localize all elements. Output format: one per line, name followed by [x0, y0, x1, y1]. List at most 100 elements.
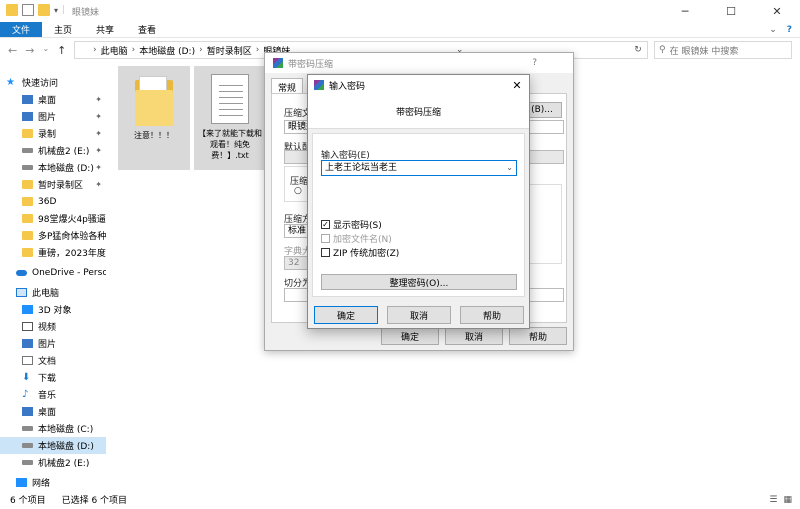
nav-3d-objects[interactable]: 3D 对象 [0, 301, 106, 318]
pin-icon: ✦ [95, 112, 102, 121]
pin-icon: ✦ [95, 163, 102, 172]
archive-dialog-title: 带密码压缩 [288, 59, 334, 70]
password-input[interactable]: 上老王论坛当老王 ⌄ [321, 160, 517, 176]
close-icon[interactable]: ✕ [754, 0, 800, 22]
computer-icon [16, 288, 27, 297]
window-title: 眼镜妹 [72, 8, 100, 18]
folder-icon [6, 4, 18, 16]
nav-pictures[interactable]: 图片 ✦ [0, 108, 106, 125]
pin-icon: ✦ [95, 180, 102, 189]
nav-drive-e[interactable]: 机械盘2 (E:) [0, 454, 106, 471]
zip-legacy-encryption-checkbox[interactable]: ZIP 传统加密(Z) [321, 246, 399, 259]
file-item[interactable]: 注意！！！ [118, 66, 190, 170]
tab-share[interactable]: 共享 [84, 22, 126, 37]
selected-count: 已选择 6 个项目 [61, 496, 128, 506]
help-icon[interactable]: ? [787, 25, 792, 35]
file-name: 【来了就能下载和观看！纯免费！】.txt [198, 129, 262, 160]
archive-help-icon[interactable]: ? [532, 58, 573, 68]
drive-icon [22, 443, 33, 448]
breadcrumb-1[interactable]: 本地磁盘 (D:) [139, 44, 195, 57]
breadcrumb-0[interactable]: 此电脑 [101, 44, 128, 57]
search-placeholder: 在 眼镜妹 中搜索 [669, 46, 739, 57]
password-ok-button[interactable]: 确定 [314, 306, 378, 324]
folder-icon [22, 231, 33, 240]
star-icon: ★ [6, 77, 15, 88]
nav-drive-d-quick[interactable]: 本地磁盘 (D:) ✦ [0, 159, 106, 176]
breadcrumb-2[interactable]: 暂时录制区 [207, 44, 252, 57]
tab-view[interactable]: 查看 [126, 22, 168, 37]
nav-quick-access[interactable]: ★ 快速访问 [0, 74, 106, 91]
music-icon: ♪ [22, 389, 29, 400]
password-cancel-button[interactable]: 取消 [387, 306, 451, 324]
file-name: 注意！！！ [134, 131, 174, 140]
customize-toolbar-icon[interactable]: ▾ [54, 6, 58, 15]
encrypt-filenames-checkbox[interactable]: 加密文件名(N) [321, 232, 392, 245]
nav-record[interactable]: 录制 ✦ [0, 125, 106, 142]
archive-help-button[interactable]: 帮助 [509, 327, 567, 345]
nav-drive-d[interactable]: 本地磁盘 (D:) [0, 437, 106, 454]
video-icon [22, 322, 33, 331]
tab-file[interactable]: 文件 [0, 22, 43, 37]
show-password-checkbox[interactable]: ✓ 显示密码(S) [321, 218, 382, 231]
text-file-icon [211, 74, 249, 124]
pin-icon: ✦ [95, 95, 102, 104]
forward-icon[interactable]: → [25, 44, 34, 57]
drive-icon [22, 148, 33, 153]
maximize-icon[interactable]: ☐ [708, 0, 754, 22]
new-folder-icon[interactable] [38, 4, 50, 16]
archive-ok-button[interactable]: 确定 [381, 327, 439, 345]
search-box[interactable]: ⚲ 在 眼镜妹 中搜索 [654, 41, 792, 59]
nav-folder-98[interactable]: 98堂爆火4p骚逼少女 [0, 210, 106, 227]
minimize-icon[interactable]: ─ [662, 0, 708, 22]
file-item[interactable]: 【来了就能下载和观看！纯免费！】.txt [194, 66, 266, 170]
nav-folder-36d[interactable]: 36D [0, 193, 106, 210]
folder-icon [22, 197, 33, 206]
checkbox-checked-icon: ✓ [321, 220, 330, 229]
recent-locations-icon[interactable]: ⌄ [42, 44, 49, 57]
nav-pictures-pc[interactable]: 图片 [0, 335, 106, 352]
folder-icon [22, 129, 33, 138]
nav-videos[interactable]: 视频 [0, 318, 106, 335]
large-icons-view-icon[interactable]: ▦ [783, 495, 792, 505]
nav-folder-2023[interactable]: 重磅，2023年度最新 [0, 244, 106, 261]
search-icon: ⚲ [659, 45, 666, 55]
password-dialog-titlebar: 输入密码 ✕ [308, 75, 529, 95]
folder-icon [22, 214, 33, 223]
pc-icon [79, 46, 89, 54]
nav-folder-multi[interactable]: 多P猛肏体验各种美女 [0, 227, 106, 244]
tab-home[interactable]: 主页 [42, 22, 84, 37]
nav-temp-record[interactable]: 暂时录制区 ✦ [0, 176, 106, 193]
drive-icon [22, 165, 33, 170]
password-dialog-banner: 带密码压缩 [308, 95, 529, 129]
3d-icon [22, 305, 33, 314]
nav-this-pc[interactable]: 此电脑 [0, 284, 106, 301]
details-view-icon[interactable]: ☰ [769, 495, 777, 505]
password-dialog: 输入密码 ✕ 带密码压缩 输入密码(E) 上老王论坛当老王 ⌄ ✓ 显示密码(S)… [307, 74, 530, 329]
download-icon: ⬇ [22, 372, 31, 383]
properties-icon[interactable] [22, 4, 34, 16]
folder-icon [22, 180, 33, 189]
refresh-icon[interactable]: ↻ [629, 45, 647, 55]
nav-drive-c[interactable]: 本地磁盘 (C:) [0, 420, 106, 437]
nav-downloads[interactable]: ⬇ 下载 [0, 369, 106, 386]
nav-documents[interactable]: 文档 [0, 352, 106, 369]
quick-access-toolbar: ▾ | [6, 4, 65, 16]
pictures-icon [22, 112, 33, 121]
nav-drive-e-quick[interactable]: 机械盘2 (E:) ✦ [0, 142, 106, 159]
nav-network[interactable]: 网络 [0, 474, 106, 491]
format-radio[interactable]: ○ [294, 186, 302, 196]
up-icon[interactable]: ↑ [57, 44, 66, 57]
nav-onedrive[interactable]: OneDrive - Personal [0, 264, 106, 281]
expand-ribbon-icon[interactable]: ⌄ [769, 25, 777, 35]
organize-passwords-button[interactable]: 整理密码(O)... [321, 274, 517, 290]
nav-music[interactable]: ♪ 音乐 [0, 386, 106, 403]
password-help-button[interactable]: 帮助 [460, 306, 524, 324]
password-panel: 输入密码(E) 上老王论坛当老王 ⌄ ✓ 显示密码(S) 加密文件名(N) ZIP… [312, 133, 525, 297]
nav-desktop[interactable]: 桌面 ✦ [0, 91, 106, 108]
back-icon[interactable]: ← [8, 44, 17, 57]
chevron-down-icon[interactable]: ⌄ [506, 161, 513, 175]
cloud-icon [16, 269, 27, 276]
close-icon[interactable]: ✕ [505, 79, 529, 92]
archive-cancel-button[interactable]: 取消 [445, 327, 503, 345]
nav-desktop-pc[interactable]: 桌面 [0, 403, 106, 420]
